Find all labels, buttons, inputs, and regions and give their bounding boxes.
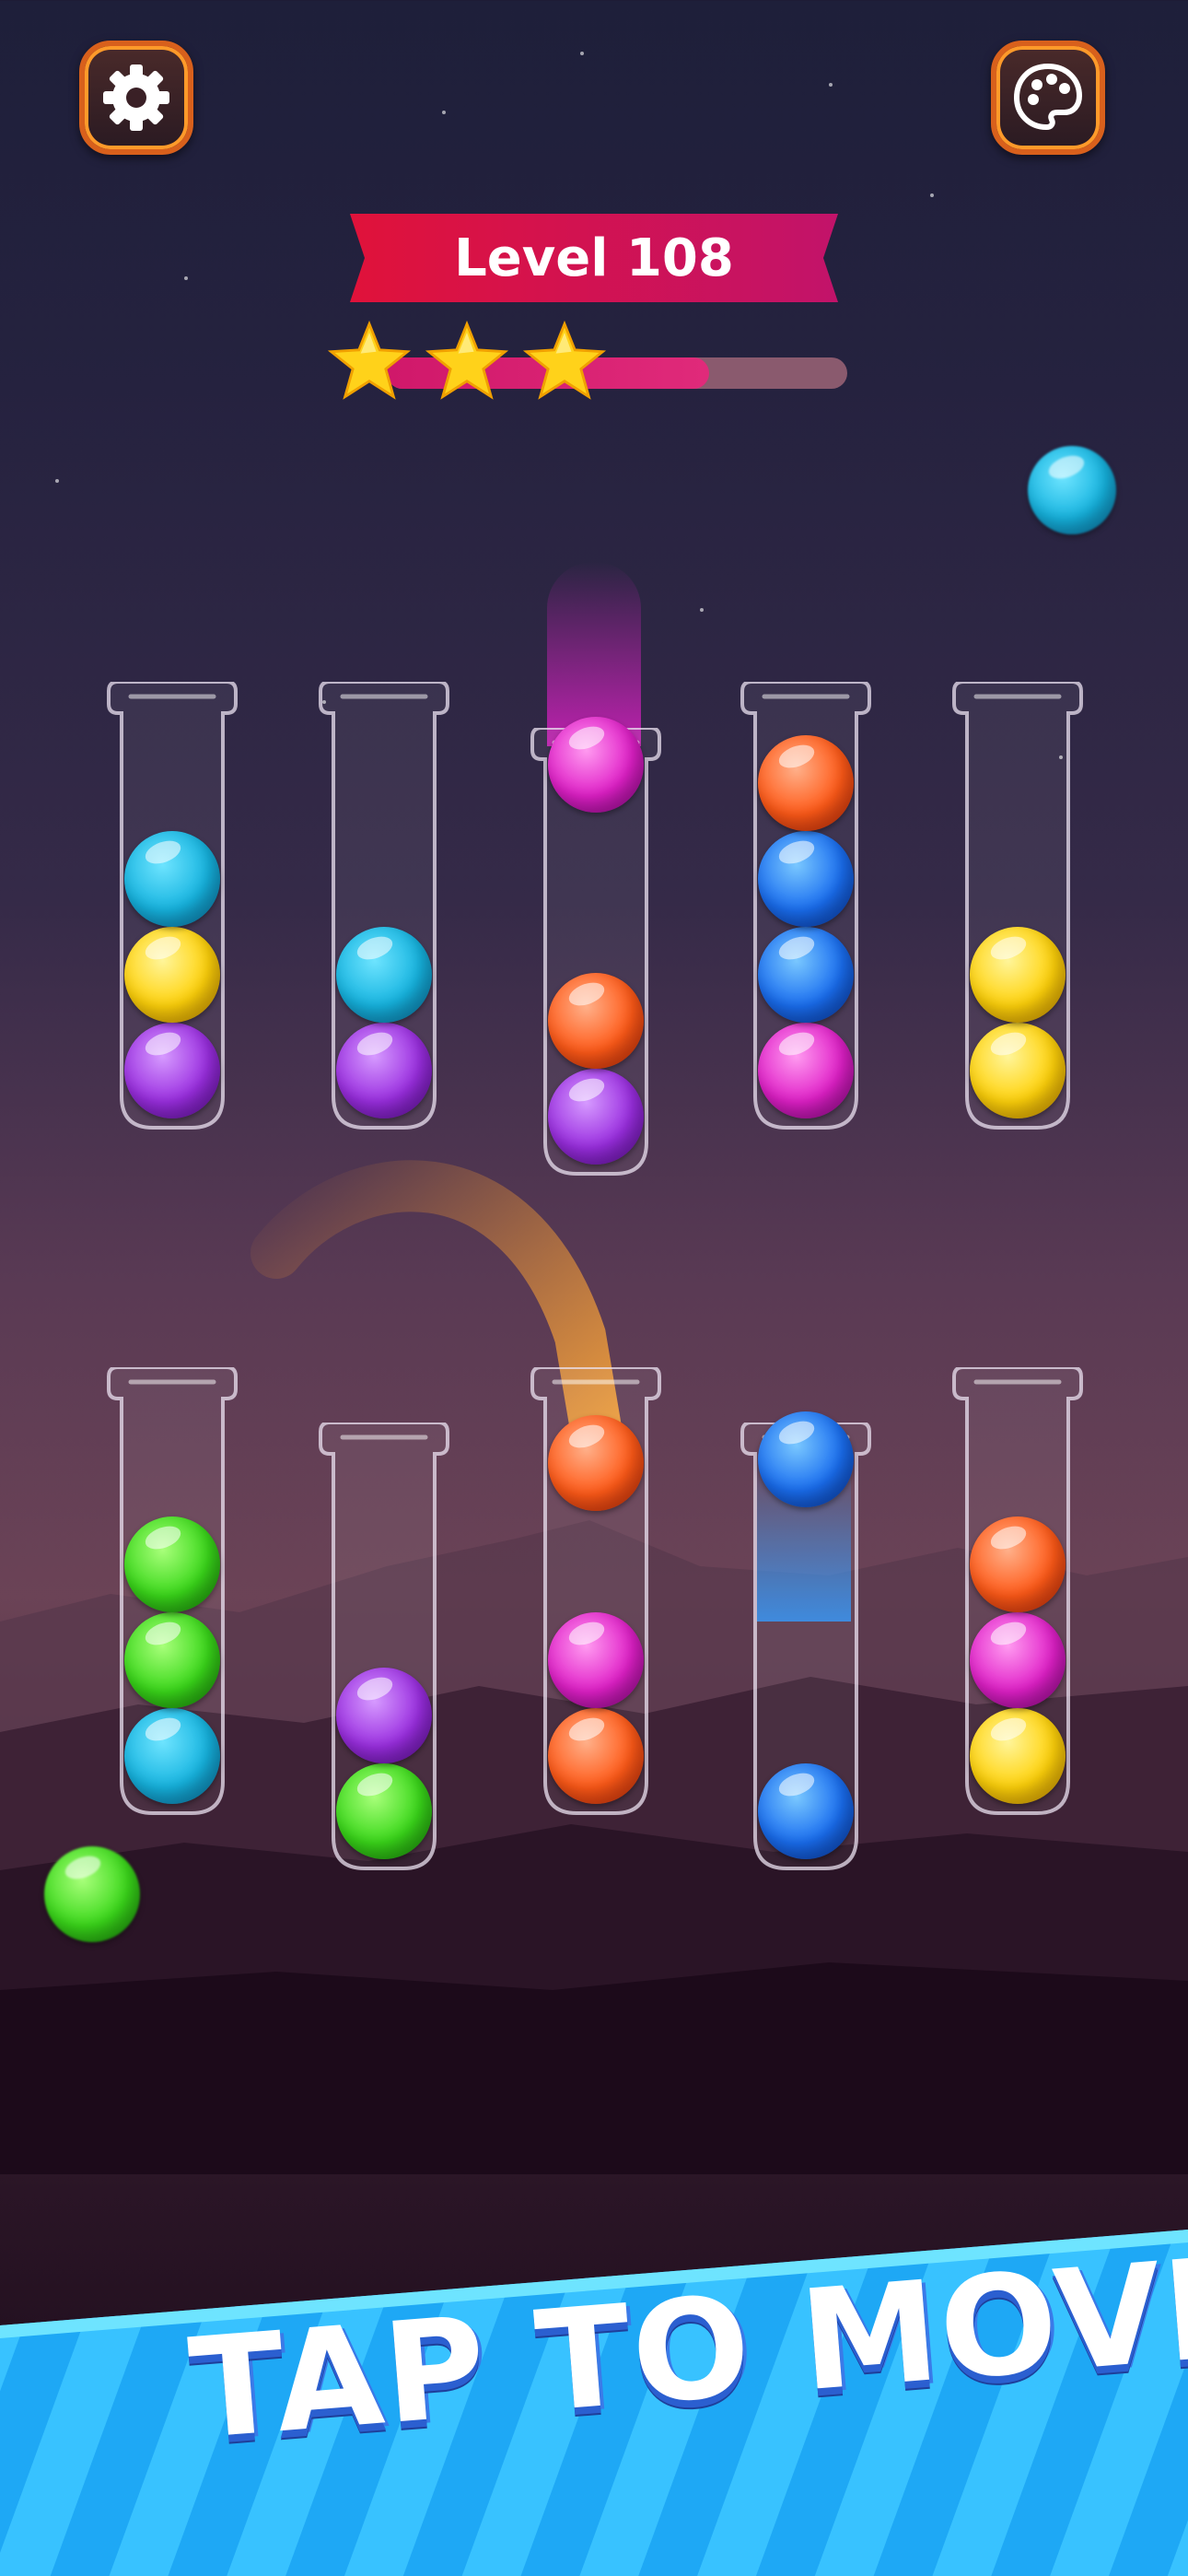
settings-button[interactable] — [79, 41, 193, 155]
gear-icon — [103, 64, 169, 131]
ball-orange — [758, 735, 854, 831]
star-icon — [327, 320, 412, 400]
theme-button[interactable] — [991, 41, 1105, 155]
ball-cyan — [124, 1708, 220, 1804]
level-label: Level 108 — [454, 228, 734, 288]
ball-orange — [548, 973, 644, 1069]
ball-green — [336, 1763, 432, 1859]
ball-green — [124, 1516, 220, 1612]
ball-yellow — [124, 927, 220, 1023]
ball-magenta — [548, 717, 644, 813]
ball-purple — [124, 1023, 220, 1118]
ball-blue — [758, 1411, 854, 1507]
ball-magenta — [970, 1612, 1066, 1708]
ball-yellow — [970, 927, 1066, 1023]
ball-green — [124, 1612, 220, 1708]
palette-icon — [1013, 63, 1083, 131]
ball-orange — [548, 1415, 644, 1511]
ball-blue — [758, 927, 854, 1023]
star-icon — [522, 320, 607, 400]
ball-blue — [758, 1763, 854, 1859]
ball-yellow — [970, 1023, 1066, 1118]
floating-ball — [44, 1846, 140, 1942]
ball-magenta — [548, 1612, 644, 1708]
ball-purple — [336, 1023, 432, 1118]
ball-purple — [336, 1668, 432, 1763]
ball-purple — [548, 1069, 644, 1165]
ball-cyan — [124, 831, 220, 927]
ball-orange — [548, 1708, 644, 1804]
ball-blue — [758, 831, 854, 927]
ball-orange — [970, 1516, 1066, 1612]
ball-magenta — [758, 1023, 854, 1118]
star-icon — [425, 320, 509, 400]
ball-cyan — [336, 927, 432, 1023]
floating-ball — [1028, 446, 1116, 534]
ball-yellow — [970, 1708, 1066, 1804]
level-banner: Level 108 — [350, 214, 838, 302]
